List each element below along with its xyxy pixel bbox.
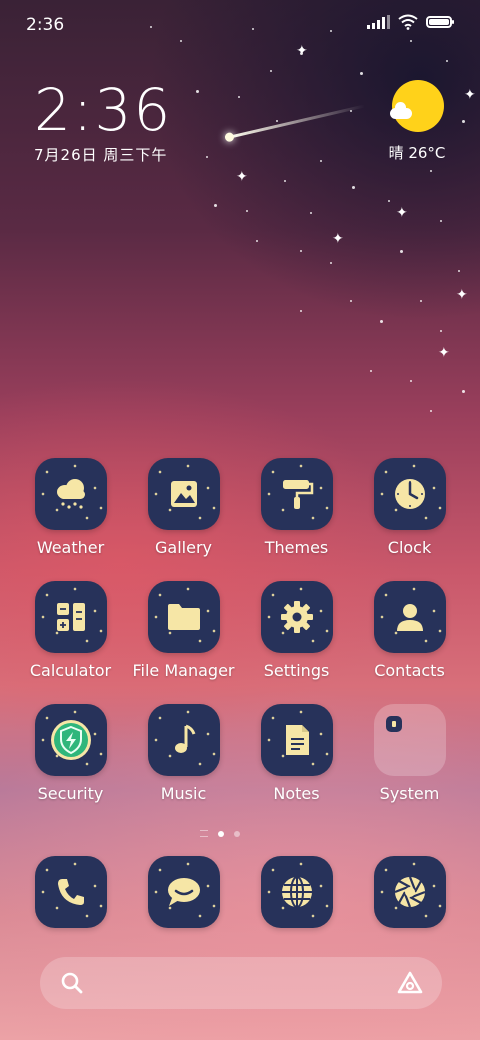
wallpaper-starry-sky: ✦ ✦ ✦ ✦ ✦ ✦ ✦ bbox=[0, 0, 480, 460]
app-tile[interactable] bbox=[373, 458, 446, 530]
app-music[interactable]: Music bbox=[127, 704, 240, 803]
app-label: System bbox=[379, 784, 440, 803]
widget-time: 2:36 bbox=[34, 76, 173, 144]
paint-roller-icon bbox=[282, 480, 313, 509]
sun-cloud-icon bbox=[390, 80, 444, 132]
app-tile[interactable] bbox=[260, 856, 333, 928]
folder-preview-icon bbox=[385, 716, 402, 732]
app-label: Calculator bbox=[29, 661, 112, 680]
gallery-icon bbox=[170, 481, 197, 507]
app-label: Notes bbox=[273, 784, 320, 803]
app-tile[interactable] bbox=[260, 581, 333, 653]
gear-icon bbox=[280, 601, 313, 633]
weather-icon bbox=[56, 479, 85, 509]
person-icon bbox=[396, 604, 423, 631]
dock-messages[interactable] bbox=[127, 856, 240, 928]
app-drawer-indicator-icon bbox=[200, 830, 208, 837]
app-tile[interactable] bbox=[147, 458, 220, 530]
app-gallery[interactable]: Gallery bbox=[127, 458, 240, 557]
page-indicator[interactable] bbox=[200, 830, 240, 837]
clock-widget[interactable]: 2:36 7月26日 周三下午 bbox=[34, 78, 172, 165]
weather-text: 晴 26°C bbox=[388, 144, 446, 162]
search-bar[interactable] bbox=[40, 957, 442, 1009]
dock-phone[interactable] bbox=[14, 856, 127, 928]
note-icon bbox=[285, 725, 309, 755]
calculator-icon bbox=[56, 603, 85, 631]
app-tile[interactable] bbox=[34, 581, 107, 653]
app-label: Security bbox=[37, 784, 104, 803]
app-tile[interactable] bbox=[373, 856, 446, 928]
app-tile[interactable] bbox=[260, 458, 333, 530]
clock-icon bbox=[394, 479, 425, 509]
app-settings[interactable]: Settings bbox=[240, 581, 353, 680]
weather-widget[interactable]: 晴 26°C bbox=[382, 80, 452, 163]
battery-icon bbox=[426, 16, 454, 28]
globe-icon bbox=[281, 876, 312, 908]
app-system-folder[interactable]: System bbox=[353, 704, 466, 803]
signal-icon bbox=[367, 15, 390, 29]
app-tile[interactable] bbox=[34, 458, 107, 530]
app-grid: Weather Gallery Themes Clock Calculator … bbox=[14, 458, 466, 803]
app-label: Settings bbox=[263, 661, 330, 680]
app-weather[interactable]: Weather bbox=[14, 458, 127, 557]
widget-date: 7月26日 周三下午 bbox=[34, 146, 168, 164]
app-tile[interactable] bbox=[147, 856, 220, 928]
app-label: File Manager bbox=[132, 661, 235, 680]
app-tile[interactable] bbox=[373, 581, 446, 653]
camera-aperture-icon bbox=[394, 876, 425, 908]
status-bar: 2:36 bbox=[0, 0, 480, 50]
page-dot bbox=[234, 830, 240, 837]
phone-icon bbox=[57, 879, 84, 905]
dock-browser[interactable] bbox=[240, 856, 353, 928]
app-tile[interactable] bbox=[34, 704, 107, 776]
app-tile[interactable] bbox=[260, 704, 333, 776]
folder-icon bbox=[167, 604, 200, 630]
shield-bolt-icon bbox=[50, 720, 91, 760]
app-tile[interactable] bbox=[147, 581, 220, 653]
dock bbox=[14, 856, 466, 928]
app-label: Gallery bbox=[155, 538, 212, 557]
app-label: Weather bbox=[36, 538, 105, 557]
app-calculator[interactable]: Calculator bbox=[14, 581, 127, 680]
folder-tile[interactable] bbox=[373, 704, 446, 776]
app-notes[interactable]: Notes bbox=[240, 704, 353, 803]
app-label: Themes bbox=[264, 538, 329, 557]
status-time: 2:36 bbox=[26, 15, 65, 35]
music-note-icon bbox=[174, 724, 195, 753]
app-security[interactable]: Security bbox=[14, 704, 127, 803]
page-dot-current bbox=[218, 830, 224, 837]
app-clock[interactable]: Clock bbox=[353, 458, 466, 557]
assistant-icon[interactable] bbox=[396, 970, 424, 996]
app-contacts[interactable]: Contacts bbox=[353, 581, 466, 680]
app-label: Clock bbox=[387, 538, 432, 557]
app-label: Music bbox=[160, 784, 207, 803]
dock-camera[interactable] bbox=[353, 856, 466, 928]
message-bubble-icon bbox=[167, 878, 200, 906]
status-icons bbox=[367, 14, 454, 30]
search-icon[interactable] bbox=[60, 971, 84, 995]
app-tile[interactable] bbox=[34, 856, 107, 928]
shooting-star bbox=[227, 104, 365, 139]
app-label: Contacts bbox=[374, 661, 445, 680]
app-themes[interactable]: Themes bbox=[240, 458, 353, 557]
app-file-manager[interactable]: File Manager bbox=[127, 581, 240, 680]
wifi-icon bbox=[398, 14, 418, 30]
app-tile[interactable] bbox=[147, 704, 220, 776]
